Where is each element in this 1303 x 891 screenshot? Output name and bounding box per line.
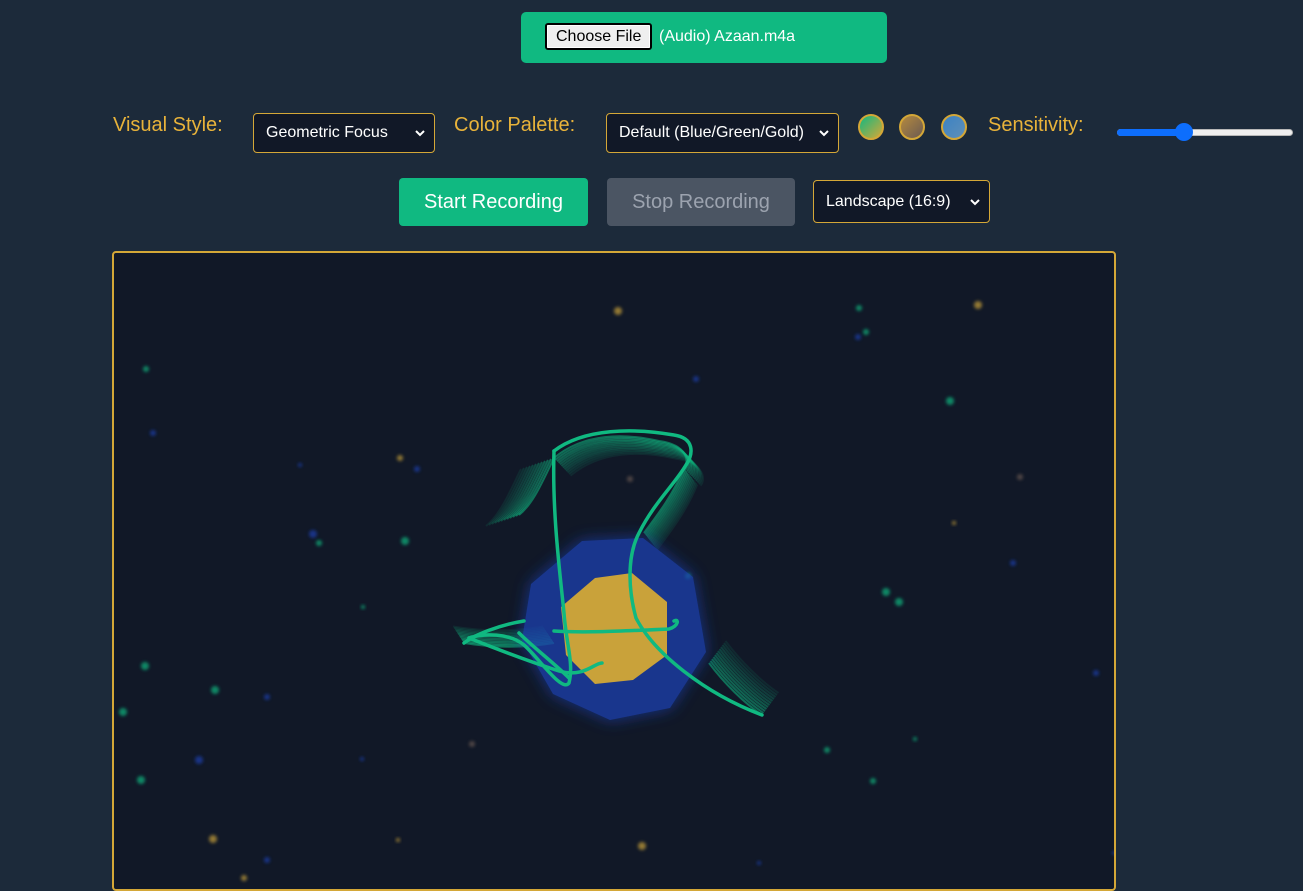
color-palette-label: Color Palette:	[454, 114, 576, 136]
particle	[870, 778, 876, 784]
particle	[298, 463, 302, 467]
color-palette-value: Default (Blue/Green/Gold)	[619, 124, 804, 141]
stop-recording-button[interactable]: Stop Recording	[607, 178, 795, 226]
slider-fill	[1117, 129, 1185, 136]
visualizer-graphic	[119, 301, 1114, 881]
particle	[855, 334, 861, 340]
particle	[863, 329, 869, 335]
particle	[469, 741, 475, 747]
palette-swatch-blue[interactable]	[941, 114, 967, 140]
particle	[361, 605, 365, 609]
particle	[974, 301, 982, 309]
sensitivity-label: Sensitivity:	[988, 114, 1084, 136]
particle	[1017, 474, 1023, 480]
particle	[946, 397, 954, 405]
particle	[1112, 851, 1114, 855]
visual-style-label: Visual Style:	[113, 114, 223, 136]
color-palette-select[interactable]: Default (Blue/Green/Gold)	[606, 113, 839, 153]
particle	[264, 694, 270, 700]
particle	[952, 521, 956, 525]
particle	[143, 366, 149, 372]
particle	[414, 466, 420, 472]
particle	[824, 747, 830, 753]
particle	[1010, 560, 1016, 566]
particle	[195, 756, 203, 764]
particle	[316, 540, 322, 546]
visual-style-value: Geometric Focus	[266, 124, 388, 141]
particle	[264, 857, 270, 863]
particle	[757, 861, 761, 865]
particle	[693, 376, 699, 382]
chevron-down-icon	[819, 130, 829, 137]
file-input-bar: Choose File (Audio) Azaan.m4a	[521, 12, 887, 63]
particle	[397, 455, 403, 461]
chevron-down-icon	[970, 198, 980, 205]
particle	[396, 838, 400, 842]
particle	[209, 835, 217, 843]
aspect-ratio-select[interactable]: Landscape (16:9)	[813, 180, 990, 223]
particle	[627, 476, 633, 482]
particle	[882, 588, 890, 596]
particle	[150, 430, 156, 436]
selected-file-name: (Audio) Azaan.m4a	[659, 28, 796, 45]
particle	[913, 737, 917, 741]
sensitivity-slider[interactable]	[1117, 121, 1293, 145]
particle	[856, 305, 862, 311]
particle	[119, 708, 127, 716]
visual-style-select[interactable]: Geometric Focus	[253, 113, 435, 153]
particle	[614, 307, 622, 315]
palette-swatch-green[interactable]	[858, 114, 884, 140]
palette-swatch-brown[interactable]	[899, 114, 925, 140]
particle	[137, 776, 145, 784]
particle	[401, 537, 409, 545]
visualizer-canvas	[112, 251, 1116, 891]
particle	[241, 875, 247, 881]
aspect-ratio-value: Landscape (16:9)	[826, 192, 951, 210]
particle	[895, 598, 903, 606]
particle	[211, 686, 219, 694]
particle	[141, 662, 149, 670]
choose-file-button[interactable]: Choose File	[545, 23, 653, 50]
particle	[360, 757, 364, 761]
particle	[638, 842, 646, 850]
slider-thumb[interactable]	[1175, 123, 1194, 141]
chevron-down-icon	[415, 130, 425, 137]
particle	[309, 530, 317, 538]
particle	[1093, 670, 1099, 676]
start-recording-button[interactable]: Start Recording	[399, 178, 588, 226]
